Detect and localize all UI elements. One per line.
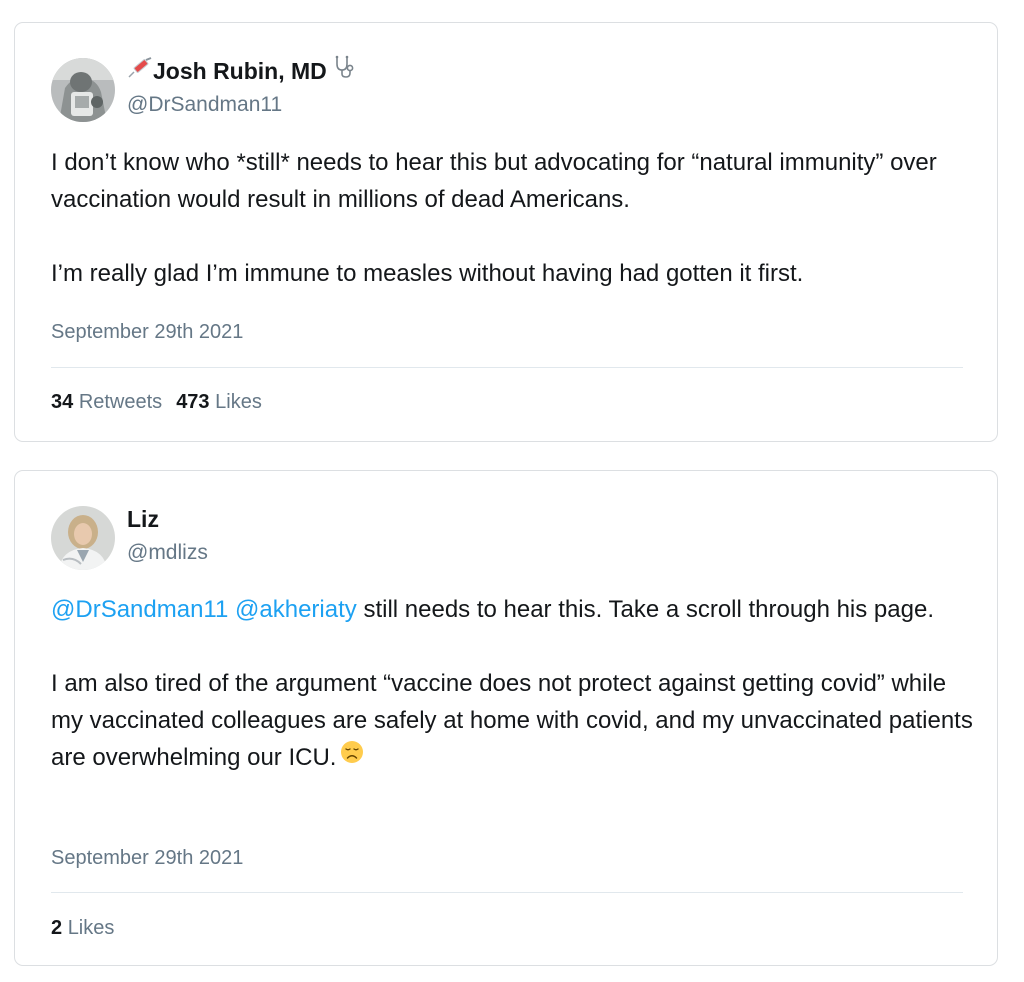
likes-stat[interactable]: 2 Likes <box>51 917 114 939</box>
display-name[interactable]: Liz <box>127 504 159 534</box>
avatar[interactable] <box>51 506 115 570</box>
tweet-text: I don’t know who *still* needs to hear t… <box>51 144 981 292</box>
divider <box>51 367 963 368</box>
divider <box>51 892 963 893</box>
tweet-card: Liz @mdlizs @DrSandman11 @akheriaty stil… <box>14 470 998 966</box>
tweet-paragraph-text: I am also tired of the argument “vaccine… <box>51 670 973 771</box>
disappointed-face-icon <box>340 738 364 775</box>
user-handle[interactable]: @mdlizs <box>127 539 208 567</box>
likes-count: 2 <box>51 917 63 939</box>
likes-stat[interactable]: 473 Likes <box>176 391 262 413</box>
tweet-stats: 34 Retweets 473 Likes <box>51 389 276 415</box>
tweet-paragraph: I don’t know who *still* needs to hear t… <box>51 149 937 213</box>
tweet-date[interactable]: September 29th 2021 <box>51 319 243 345</box>
display-name-text: Josh Rubin, MD <box>153 58 327 84</box>
display-name[interactable]: Josh Rubin, MD <box>127 56 355 86</box>
likes-count: 473 <box>176 391 210 413</box>
retweets-count: 34 <box>51 391 74 413</box>
tweet-date[interactable]: September 29th 2021 <box>51 845 243 871</box>
tweet-stats: 2 Likes <box>51 915 128 941</box>
display-name-text: Liz <box>127 506 159 532</box>
tweet-paragraph: @DrSandman11 @akheriaty still needs to h… <box>51 591 981 628</box>
tweet-paragraph-text: still needs to hear this. Take a scroll … <box>363 596 934 623</box>
likes-label: Likes <box>67 917 115 939</box>
user-handle[interactable]: @DrSandman11 <box>127 91 282 119</box>
tweet-card: Josh Rubin, MD @DrSandman11 I don’t know… <box>14 22 998 442</box>
tweet-paragraph: I am also tired of the argument “vaccine… <box>51 665 981 776</box>
mention-link[interactable]: @DrSandman11 <box>51 596 228 623</box>
likes-label: Likes <box>215 391 262 413</box>
stethoscope-icon <box>333 55 355 86</box>
tweet-text: @DrSandman11 @akheriaty still needs to h… <box>51 591 981 776</box>
retweets-label: Retweets <box>78 391 163 413</box>
tweet-paragraph: I’m really glad I’m immune to measles wi… <box>51 260 804 287</box>
mention-link[interactable]: @akheriaty <box>235 596 357 623</box>
avatar[interactable] <box>51 58 115 122</box>
syringe-icon <box>127 56 153 86</box>
retweets-stat[interactable]: 34 Retweets <box>51 391 162 413</box>
